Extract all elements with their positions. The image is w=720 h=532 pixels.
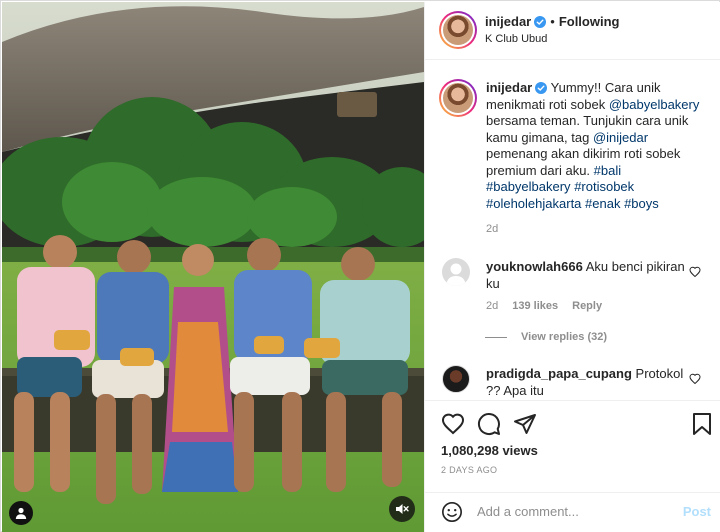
comment-icon[interactable]: [477, 412, 501, 436]
post-caption: inijedar Yummy!! Cara unik menikmati rot…: [486, 80, 702, 212]
caption-age[interactable]: 2d: [486, 223, 498, 235]
mute-button[interactable]: [389, 496, 415, 522]
post-timestamp[interactable]: 2 DAYS AGO: [441, 465, 497, 475]
mention-link[interactable]: @babyelbakery: [609, 97, 700, 112]
instagram-post-window: inijedar • Following K Club Ubud inijedar …: [0, 0, 720, 532]
view-replies-button[interactable]: View replies (32): [485, 331, 607, 343]
commenter-avatar[interactable]: [442, 258, 470, 286]
replies-divider-line: [485, 336, 507, 338]
video-frame-illustration: [2, 2, 424, 532]
comment-meta: 2d 139 likes Reply: [486, 300, 602, 312]
commenter-username[interactable]: pradigda_papa_cupang: [486, 366, 632, 381]
share-icon[interactable]: [513, 412, 537, 436]
hashtag-link[interactable]: #enak: [585, 196, 620, 211]
emoji-icon[interactable]: [441, 501, 463, 523]
hashtag-link[interactable]: #bali: [594, 163, 621, 178]
caption-text: pemenang akan dikirim roti sobek premium…: [486, 146, 681, 178]
mention-link[interactable]: @inijedar: [593, 130, 648, 145]
hashtag-link[interactable]: #rotisobek: [574, 179, 634, 194]
verified-badge-icon: [535, 82, 548, 94]
bookmark-icon[interactable]: [691, 412, 713, 436]
caption-author-avatar[interactable]: [439, 79, 477, 117]
caption-text: bersama teman. Tunjukin cara unik kamu g…: [486, 113, 689, 145]
author-username[interactable]: inijedar: [485, 14, 531, 29]
reply-button[interactable]: Reply: [572, 300, 602, 312]
user-tag-button[interactable]: [9, 501, 33, 525]
hashtag-link[interactable]: #oleholehjakarta: [486, 196, 581, 211]
comment-composer: Add a comment... Post: [425, 492, 720, 532]
speaker-muted-icon: [396, 504, 409, 514]
author-line: inijedar • Following: [485, 14, 619, 29]
hashtag-link[interactable]: #babyelbakery: [486, 179, 571, 194]
post-location[interactable]: K Club Ubud: [485, 33, 547, 45]
comment-age[interactable]: 2d: [486, 300, 498, 312]
comment-input[interactable]: Add a comment...: [477, 504, 579, 519]
hashtag-link[interactable]: #boys: [624, 196, 659, 211]
commenter-avatar[interactable]: [442, 365, 470, 393]
user-tag-icon: [15, 507, 27, 519]
comment-likes[interactable]: 139 likes: [512, 300, 558, 312]
heart-icon[interactable]: [441, 412, 465, 436]
comments-section: inijedar Yummy!! Cara unik menikmati rot…: [425, 60, 720, 400]
caption-username[interactable]: inijedar: [486, 80, 532, 95]
comment-like-icon[interactable]: [689, 373, 701, 385]
post-details-panel: inijedar • Following K Club Ubud inijedar …: [424, 2, 720, 532]
default-avatar-icon: [446, 263, 466, 286]
following-button[interactable]: Following: [559, 14, 620, 29]
post-header: inijedar • Following K Club Ubud: [425, 2, 720, 60]
view-replies-label: View replies (32): [521, 331, 608, 343]
post-comment-button[interactable]: Post: [683, 504, 711, 519]
post-video[interactable]: [2, 2, 424, 532]
comment-body: pradigda_papa_cupang Protokol ?? Apa itu: [486, 366, 686, 399]
commenter-username[interactable]: youknowlah666: [486, 259, 583, 274]
comment-body: youknowlah666 Aku benci pikiran ku: [486, 259, 686, 292]
verified-badge-icon: [534, 16, 547, 28]
view-count[interactable]: 1,080,298 views: [441, 443, 538, 458]
comment-like-icon[interactable]: [689, 266, 701, 278]
separator-dot: •: [550, 14, 555, 29]
post-actions: 1,080,298 views 2 DAYS AGO: [425, 400, 720, 492]
author-avatar[interactable]: [439, 11, 477, 49]
